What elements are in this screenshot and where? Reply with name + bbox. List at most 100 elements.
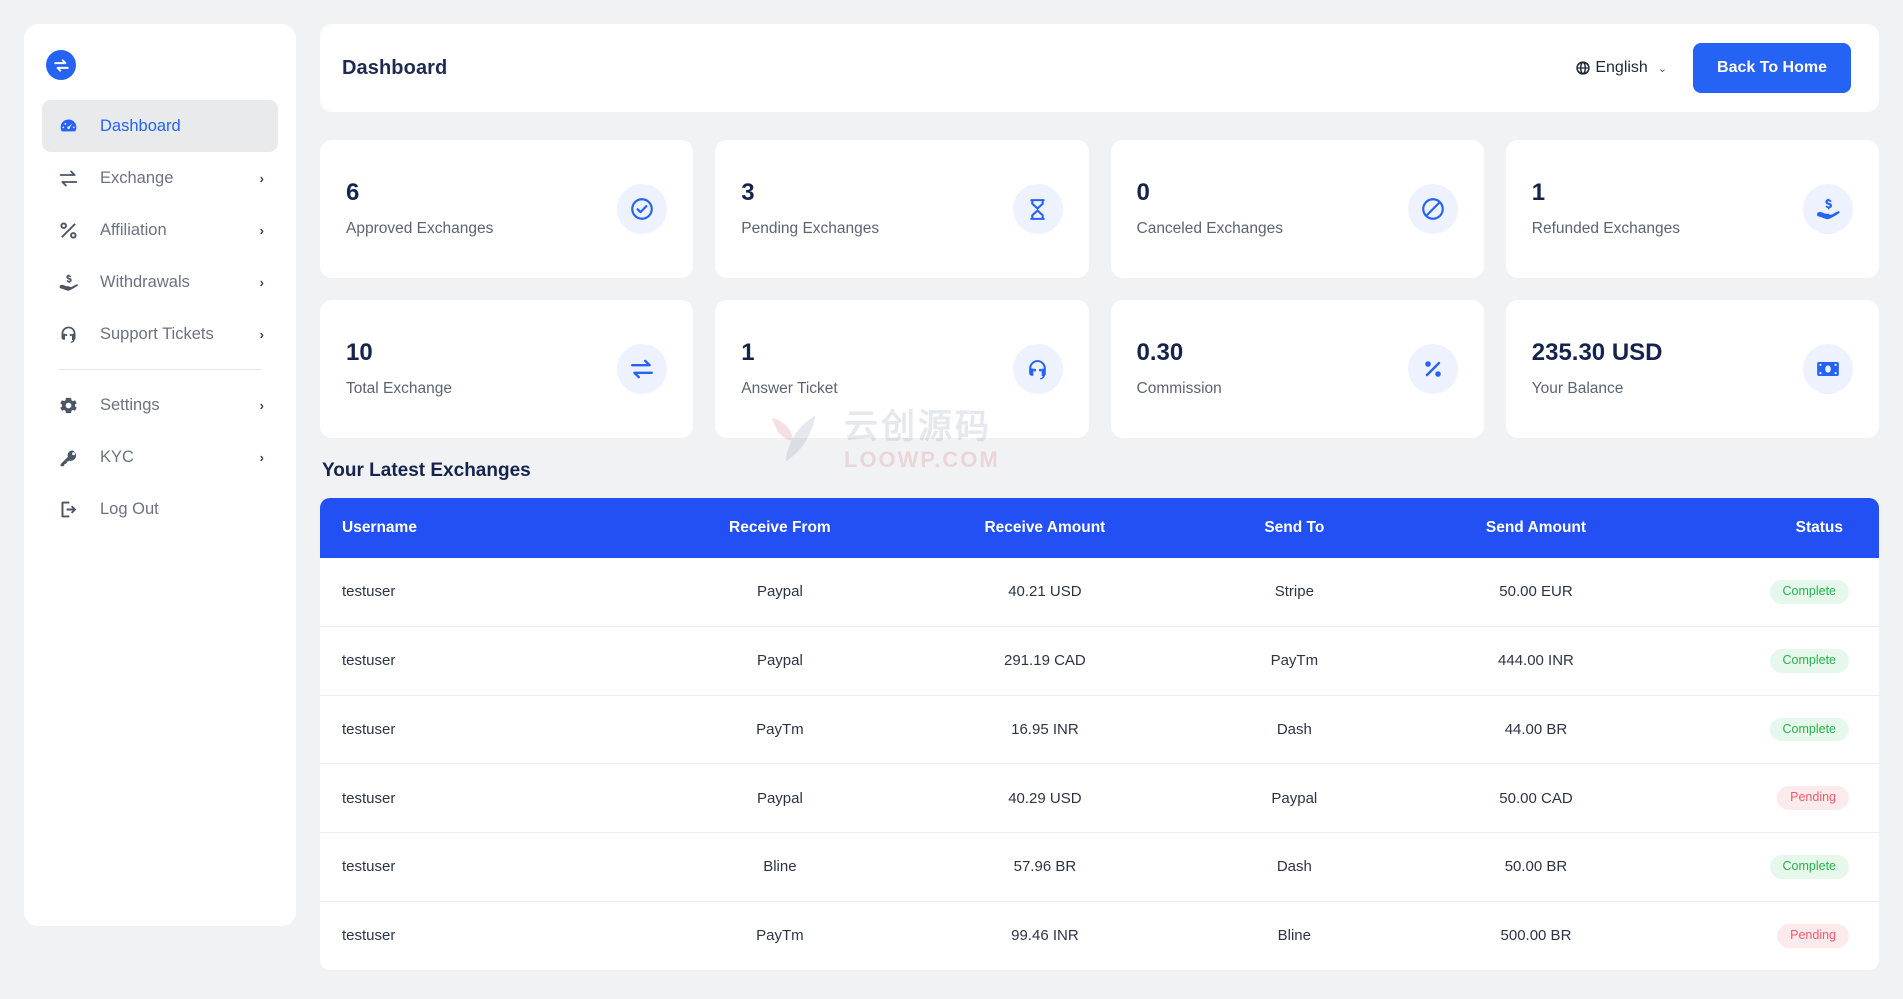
- cell-status: Complete: [1660, 695, 1879, 765]
- sidebar-item-label: Exchange: [100, 168, 174, 187]
- chevron-right-icon: ›: [259, 397, 264, 413]
- back-to-home-button[interactable]: Back To Home: [1693, 43, 1851, 93]
- sidebar-item-affiliation[interactable]: Affiliation ›: [42, 204, 278, 256]
- ban-icon: [1407, 184, 1458, 234]
- logout-icon: [58, 499, 84, 520]
- hourglass-icon: [1012, 184, 1063, 234]
- topbar-actions: English ⌄ Back To Home: [1575, 43, 1851, 93]
- cell-send-amount: 50.00 EUR: [1411, 558, 1661, 627]
- sidebar-item-support-tickets[interactable]: Support Tickets ›: [42, 308, 278, 360]
- language-selector[interactable]: English ⌄: [1575, 59, 1667, 77]
- latest-exchanges-table-card: Username Receive From Receive Amount Sen…: [320, 498, 1879, 970]
- stat-label: Commission: [1136, 380, 1222, 398]
- stat-label: Your Balance: [1531, 380, 1624, 398]
- stat-value: 235.30 USD: [1531, 338, 1663, 366]
- column-header-receive-from[interactable]: Receive From: [647, 498, 912, 558]
- stat-value: 6: [346, 178, 360, 206]
- stat-label: Canceled Exchanges: [1136, 220, 1284, 238]
- column-header-receive-amount[interactable]: Receive Amount: [912, 498, 1177, 558]
- cell-username: testuser: [342, 927, 396, 945]
- cell-send-to: Dash: [1177, 832, 1412, 902]
- cell-send-amount: 444.00 INR: [1411, 626, 1661, 696]
- stat-text: 0 Canceled Exchanges: [1136, 179, 1408, 238]
- cell-send-to: Paypal: [1177, 763, 1412, 833]
- sidebar-container: Dashboard Exchange › Affiliation › Withd…: [0, 0, 296, 999]
- stat-text: 1 Refunded Exchanges: [1532, 179, 1803, 238]
- cell-send-amount: 500.00 BR: [1500, 927, 1572, 945]
- cell-username: testuser: [320, 558, 648, 627]
- sidebar-item-label: Support Tickets: [100, 324, 214, 343]
- column-header-username[interactable]: Username: [320, 498, 647, 558]
- cell-receive-amount: 291.19 CAD: [912, 626, 1178, 696]
- hand-money-icon: [58, 272, 84, 293]
- stat-text: 3 Pending Exchanges: [741, 179, 1012, 238]
- cell-status: Complete: [1660, 626, 1879, 696]
- stat-card-commission: 0.30 Commission: [1110, 300, 1484, 438]
- cell-receive-amount: 99.46 INR: [1011, 927, 1079, 945]
- topbar: Dashboard English ⌄ Back To Home: [320, 24, 1879, 112]
- cell-send-to: PayTm: [1177, 626, 1412, 696]
- table-body: testuser Paypal 40.21 USD Stripe 50.00 E…: [320, 558, 1879, 970]
- dashboard-page: Dashboard Exchange › Affiliation › Withd…: [0, 0, 1903, 999]
- latest-exchanges-table: Username Receive From Receive Amount Sen…: [320, 498, 1879, 970]
- cell-status: Complete: [1660, 558, 1879, 627]
- cell-username: testuser: [320, 832, 648, 902]
- chevron-right-icon: ›: [259, 326, 264, 342]
- chevron-right-icon: ›: [259, 222, 264, 238]
- speedometer-icon: [58, 116, 84, 137]
- cell-username: testuser: [320, 695, 648, 765]
- cell-receive-amount: 16.95 INR: [912, 695, 1178, 765]
- status-badge: Pending: [1777, 786, 1849, 810]
- table-row[interactable]: testuser Paypal 291.19 CAD PayTm 444.00 …: [320, 626, 1879, 696]
- cell-receive-from: PayTm: [756, 927, 804, 945]
- percent-icon: [58, 220, 84, 241]
- sidebar-item-dashboard[interactable]: Dashboard: [42, 100, 278, 152]
- stat-value: 1: [741, 338, 755, 366]
- cell-receive-from: Bline: [647, 832, 913, 902]
- stat-value: 0.30: [1136, 338, 1184, 366]
- status-badge: Complete: [1769, 648, 1849, 673]
- stat-label: Answer Ticket: [741, 380, 838, 398]
- table-row[interactable]: testuser PayTm 99.46 INR Bline 500.00 BR…: [320, 901, 1879, 969]
- cell-username: testuser: [320, 763, 648, 833]
- sidebar-item-kyc[interactable]: KYC ›: [42, 431, 278, 483]
- headset-icon: [58, 324, 84, 345]
- gear-icon: [58, 395, 84, 416]
- table-row[interactable]: testuser Bline 57.96 BR Dash 50.00 BR Co…: [320, 832, 1879, 902]
- sidebar-item-exchange[interactable]: Exchange ›: [42, 152, 278, 204]
- sidebar-item-settings[interactable]: Settings ›: [42, 379, 278, 431]
- key-icon: [58, 447, 84, 468]
- globe-icon: [1575, 60, 1591, 76]
- sidebar-item-label: Log Out: [100, 499, 159, 518]
- brand[interactable]: [24, 50, 296, 96]
- cell-status: Complete: [1660, 832, 1879, 902]
- stat-cards-row-1: 6 Approved Exchanges 3 Pending Exchanges: [320, 140, 1879, 278]
- chevron-right-icon: ›: [259, 274, 264, 290]
- table-row[interactable]: testuser PayTm 16.95 INR Dash 44.00 BR C…: [320, 695, 1879, 765]
- stat-text: 6 Approved Exchanges: [346, 178, 617, 238]
- check-circle-icon: [617, 184, 668, 234]
- sidebar-item-logout[interactable]: Log Out: [42, 483, 278, 535]
- stat-card-refunded-exchanges: 1 Refunded Exchanges: [1505, 140, 1879, 278]
- sidebar-item-label: KYC: [100, 447, 134, 466]
- column-header-status[interactable]: Status: [1661, 498, 1879, 558]
- language-label: English: [1595, 59, 1648, 76]
- stat-value: 10: [346, 338, 373, 366]
- column-header-send-to[interactable]: Send To: [1177, 498, 1411, 558]
- cell-receive-from: Paypal: [647, 763, 913, 833]
- stat-label: Pending Exchanges: [741, 220, 880, 238]
- table-header-row: Username Receive From Receive Amount Sen…: [320, 498, 1879, 558]
- sidebar-nav: Dashboard Exchange › Affiliation › Withd…: [24, 96, 296, 535]
- column-header-send-amount[interactable]: Send Amount: [1411, 498, 1660, 558]
- status-badge: Complete: [1769, 580, 1849, 604]
- sidebar-item-withdrawals[interactable]: Withdrawals ›: [42, 256, 278, 308]
- chevron-right-icon: ›: [259, 170, 264, 186]
- table-row[interactable]: testuser Paypal 40.29 USD Paypal 50.00 C…: [320, 763, 1879, 833]
- sidebar-item-label: Dashboard: [100, 116, 181, 135]
- percent-icon: [1407, 344, 1458, 394]
- sidebar: Dashboard Exchange › Affiliation › Withd…: [24, 24, 296, 926]
- stat-text: 235.30 USD Your Balance: [1531, 338, 1803, 398]
- status-badge: Pending: [1777, 923, 1849, 948]
- stat-card-answer-ticket: 1 Answer Ticket: [715, 300, 1089, 438]
- table-row[interactable]: testuser Paypal 40.21 USD Stripe 50.00 E…: [320, 558, 1879, 627]
